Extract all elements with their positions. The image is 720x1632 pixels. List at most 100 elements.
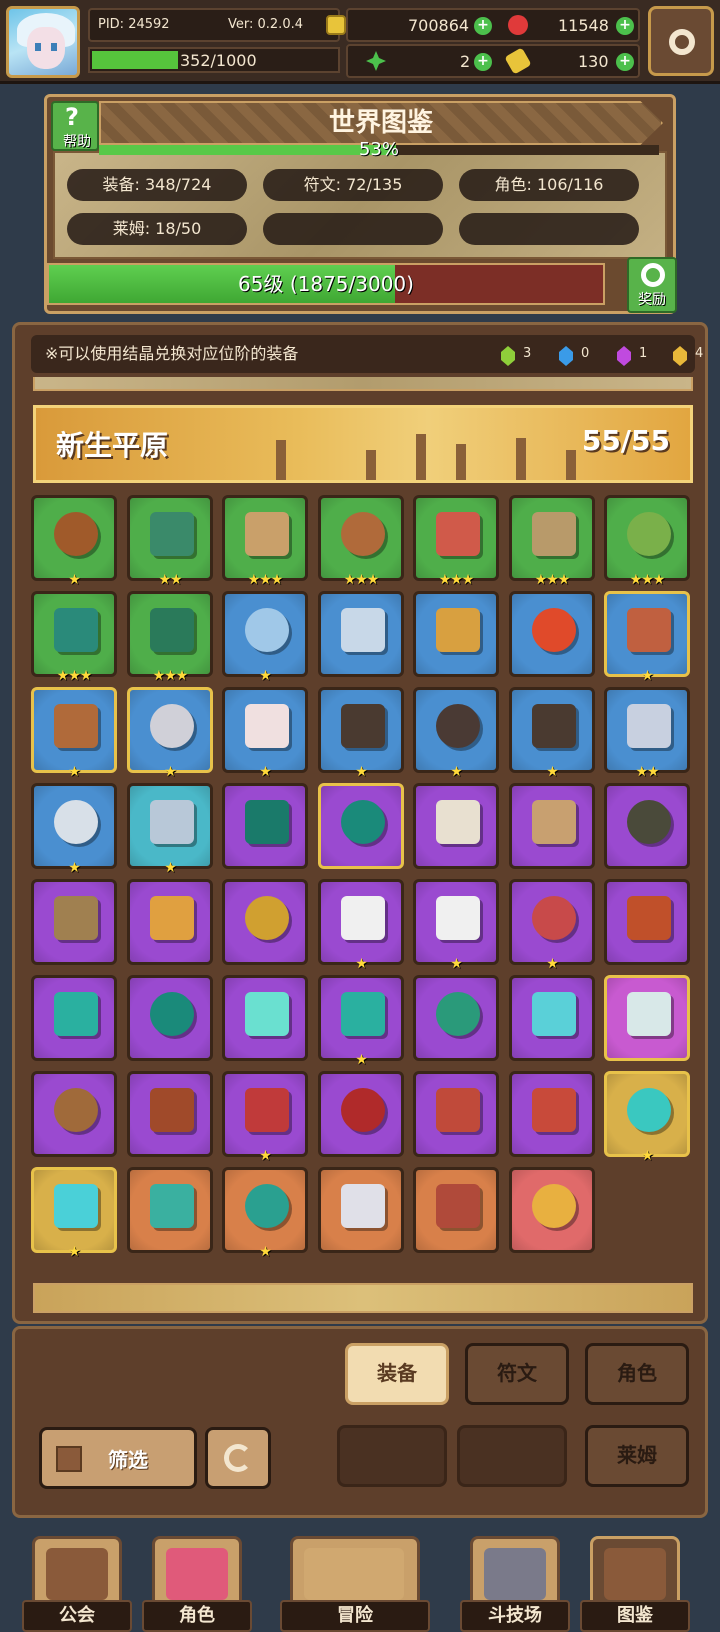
equipment-item[interactable] (604, 975, 690, 1061)
nav-codex[interactable]: 图鉴 (580, 1536, 690, 1632)
equipment-item[interactable]: ★ (127, 783, 213, 876)
reset-filter-button[interactable] (205, 1427, 271, 1489)
add-gems-button[interactable]: + (616, 17, 634, 35)
equipment-item[interactable]: ★★★ (222, 495, 308, 588)
equipment-item[interactable]: ★★★ (31, 591, 117, 684)
equipment-item[interactable]: ★★ (127, 495, 213, 588)
nav-characters[interactable]: 角色 (142, 1536, 252, 1632)
region-name: 新生平原 (56, 429, 169, 462)
item-icon (341, 896, 385, 940)
add-clover-button[interactable]: + (474, 53, 492, 71)
reward-button[interactable]: 奖励 (627, 257, 677, 313)
equipment-item[interactable]: ★ (413, 879, 499, 972)
equipment-item[interactable]: ★ (318, 687, 404, 780)
equipment-item[interactable]: ★ (413, 687, 499, 780)
equipment-item[interactable] (509, 1071, 595, 1157)
equipment-item[interactable] (318, 591, 404, 677)
settings-button[interactable] (648, 6, 714, 76)
equipment-item[interactable] (413, 591, 499, 677)
region-banner[interactable]: 新生平原 55/55 (33, 405, 693, 483)
equipment-item[interactable]: ★★ (604, 687, 690, 780)
item-icon (150, 1088, 194, 1132)
item-stars: ★ (259, 1148, 272, 1164)
player-avatar[interactable] (6, 6, 80, 78)
equipment-item[interactable]: ★ (127, 687, 213, 780)
equipment-item[interactable] (31, 879, 117, 965)
equipment-item[interactable] (31, 1071, 117, 1157)
crystal-count: 0 (581, 346, 590, 361)
equipment-item[interactable] (604, 879, 690, 965)
equipment-item[interactable] (318, 1167, 404, 1253)
equip-stat: 装备: 348/724 (67, 169, 247, 201)
equipment-item[interactable] (318, 1071, 404, 1157)
equipment-item[interactable]: ★★★ (509, 495, 595, 588)
item-stars: ★ (546, 956, 559, 972)
completion-percent: 53% (358, 139, 399, 160)
equipment-item[interactable]: ★ (31, 687, 117, 780)
equipment-item[interactable]: ★★★ (318, 495, 404, 588)
equipment-item[interactable] (413, 1167, 499, 1253)
equipment-item[interactable] (127, 1071, 213, 1157)
region-strip-bottom (33, 1283, 693, 1313)
add-tickets-button[interactable]: + (616, 53, 634, 71)
equipment-item[interactable]: ★ (318, 879, 404, 972)
equipment-item[interactable] (318, 783, 404, 869)
equipment-item[interactable] (222, 975, 308, 1061)
avatar-eye (51, 43, 57, 51)
tab-equip[interactable]: 装备 (345, 1343, 449, 1405)
equipment-item[interactable] (127, 879, 213, 965)
equipment-item[interactable]: ★★★ (127, 591, 213, 684)
equipment-item[interactable] (222, 879, 308, 965)
equipment-item[interactable] (413, 783, 499, 869)
item-icon (341, 608, 385, 652)
nav-adventure[interactable]: 冒险 (280, 1536, 430, 1632)
equipment-item[interactable]: ★ (509, 879, 595, 972)
equipment-item[interactable] (509, 975, 595, 1061)
equipment-item[interactable] (509, 1167, 595, 1253)
equipment-item[interactable] (127, 975, 213, 1061)
equipment-item[interactable]: ★ (222, 1167, 308, 1260)
equipment-item[interactable]: ★ (222, 687, 308, 780)
equipment-item[interactable]: ★ (318, 975, 404, 1068)
equipment-item[interactable]: ★ (31, 495, 117, 588)
equipment-item[interactable]: ★ (604, 591, 690, 684)
nav-icon (304, 1548, 404, 1600)
game-version: Ver: 0.2.0.4 (228, 17, 303, 32)
filter-label: 筛选 (108, 1448, 148, 1472)
equipment-item[interactable]: ★ (509, 687, 595, 780)
item-stars: ★ (641, 1148, 654, 1164)
tab-slime[interactable]: 莱姆 (585, 1425, 689, 1487)
item-icon (150, 704, 194, 748)
equipment-item[interactable] (31, 975, 117, 1061)
equipment-item[interactable]: ★★★ (413, 495, 499, 588)
equipment-item[interactable]: ★ (222, 591, 308, 684)
equipment-item[interactable]: ★ (31, 783, 117, 876)
equipment-item[interactable] (604, 783, 690, 869)
add-gold-button[interactable]: + (474, 17, 492, 35)
equipment-item[interactable]: ★ (31, 1167, 117, 1260)
equipment-item[interactable] (413, 1071, 499, 1157)
equipment-item[interactable] (413, 975, 499, 1061)
item-icon (341, 800, 385, 844)
equipment-item[interactable] (127, 1167, 213, 1253)
equipment-item[interactable]: ★★★ (604, 495, 690, 588)
equipment-item[interactable]: ★ (604, 1071, 690, 1164)
equipment-item[interactable] (509, 783, 595, 869)
tab-character[interactable]: 角色 (585, 1343, 689, 1405)
tab-rune[interactable]: 符文 (465, 1343, 569, 1405)
item-icon (54, 608, 98, 652)
equipment-item[interactable]: ★ (222, 1071, 308, 1164)
help-button[interactable]: ? 帮助 (51, 101, 99, 151)
codex-level-bar: 65级 (1875/3000) (47, 263, 605, 305)
nav-guild[interactable]: 公会 (22, 1536, 132, 1632)
item-stars: ★ (68, 764, 81, 780)
equipment-item[interactable] (222, 783, 308, 869)
nav-arena[interactable]: 斗技场 (460, 1536, 570, 1632)
item-icon (341, 1184, 385, 1228)
filter-button[interactable]: 筛选 (39, 1427, 197, 1489)
crystal-icon (501, 346, 515, 366)
player-exp-bar: 352/1000 (88, 47, 340, 73)
equipment-item[interactable] (509, 591, 595, 677)
crystal-icon (673, 346, 687, 366)
empty-stat (263, 213, 443, 245)
